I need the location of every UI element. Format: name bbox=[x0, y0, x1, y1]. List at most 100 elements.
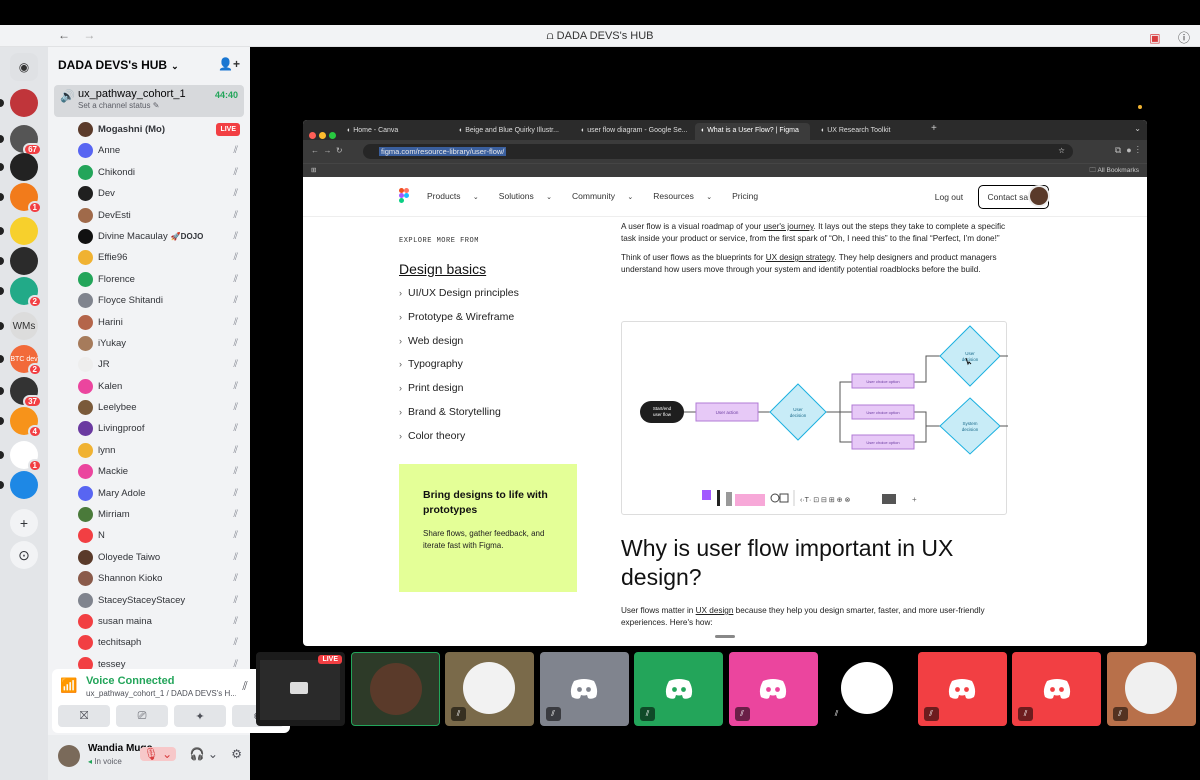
figma-nav-community[interactable]: Community ⌄ bbox=[572, 191, 643, 201]
add-server-icon[interactable]: + bbox=[10, 509, 38, 537]
close-window-icon[interactable] bbox=[309, 132, 316, 139]
voice-member[interactable]: susan maina ⫽ bbox=[48, 611, 250, 632]
server-icon[interactable] bbox=[10, 471, 38, 499]
topic-link[interactable]: › UI/UX Design principles bbox=[399, 287, 589, 311]
voice-channel-status[interactable]: Set a channel status ✎ bbox=[78, 101, 238, 110]
voice-member[interactable]: Kalen ⫽ bbox=[48, 376, 250, 397]
browser-tab[interactable]: ◐ UX Research Toolkit bbox=[815, 123, 915, 140]
voice-member[interactable]: N ⫽ bbox=[48, 525, 250, 546]
server-icon[interactable]: 67 bbox=[10, 125, 42, 156]
voice-member[interactable]: Shannon Kioko ⫽ bbox=[48, 568, 250, 589]
help-icon[interactable]: ⓘ bbox=[1178, 31, 1190, 45]
discover-icon[interactable]: ⊙ bbox=[10, 541, 38, 569]
activities-button[interactable]: ✦ bbox=[174, 705, 226, 727]
ux-design-link[interactable]: UX design bbox=[696, 606, 734, 615]
profile-icon[interactable]: ● bbox=[1126, 145, 1131, 155]
participant-tile[interactable]: LIVE bbox=[256, 652, 345, 726]
figma-nav-pricing[interactable]: Pricing bbox=[732, 191, 768, 201]
tab-search-icon[interactable]: ⌄ bbox=[1134, 124, 1141, 133]
figma-nav-solutions[interactable]: Solutions ⌄ bbox=[499, 191, 562, 201]
camera-off-button[interactable]: ⛝ bbox=[58, 705, 110, 727]
voice-member[interactable]: JR ⫽ bbox=[48, 354, 250, 375]
topic-link[interactable]: › Print design bbox=[399, 382, 589, 406]
noise-suppression-icon[interactable]: ⫽ bbox=[242, 679, 247, 693]
voice-member[interactable]: Floyce Shitandi ⫽ bbox=[48, 290, 250, 311]
settings-gear-icon[interactable]: ⚙ bbox=[231, 747, 242, 761]
browser-tab[interactable]: ◐ Beige and Blue Quirky Illustr... bbox=[453, 123, 568, 140]
voice-connected-title[interactable]: Voice Connected bbox=[86, 675, 174, 687]
voice-member[interactable]: lynn ⫽ bbox=[48, 440, 250, 461]
server-icon[interactable]: WMs bbox=[10, 312, 38, 340]
design-basics-link[interactable]: Design basics bbox=[399, 261, 589, 277]
participant-tile[interactable]: ⫽ bbox=[1106, 652, 1196, 726]
extensions-icon[interactable]: ⧉ bbox=[1115, 145, 1121, 155]
server-icon[interactable] bbox=[10, 153, 38, 181]
minimize-window-icon[interactable] bbox=[319, 132, 326, 139]
server-icon[interactable]: 1 bbox=[10, 441, 42, 472]
voice-member[interactable]: techitsaph ⫽ bbox=[48, 632, 250, 653]
participant-tile[interactable]: ⫽ bbox=[728, 652, 818, 726]
participant-tile[interactable]: ⫽ bbox=[539, 652, 629, 726]
participant-tile[interactable]: ⫽ bbox=[634, 652, 723, 726]
voice-member[interactable]: Chikondi ⫽ bbox=[48, 162, 250, 183]
signal-icon[interactable]: 📶 bbox=[60, 677, 77, 694]
figma-nav-products[interactable]: Products ⌄ bbox=[427, 191, 489, 201]
reload-icon[interactable]: ↻ bbox=[336, 146, 343, 155]
participant-tile[interactable]: ⫽ bbox=[445, 652, 534, 726]
topic-link[interactable]: › Prototype & Wireframe bbox=[399, 311, 589, 335]
all-bookmarks[interactable]: 🗀 All Bookmarks bbox=[1090, 166, 1140, 177]
voice-member[interactable]: Livingproof ⫽ bbox=[48, 418, 250, 439]
participant-tile[interactable] bbox=[350, 652, 440, 726]
voice-connected-subtitle[interactable]: ux_pathway_cohort_1 / DADA DEVS's H... bbox=[86, 689, 236, 698]
server-icon[interactable]: 1 bbox=[10, 183, 42, 214]
voice-member[interactable]: Harini ⫽ bbox=[48, 312, 250, 333]
participant-tile[interactable]: ⫽ bbox=[823, 652, 912, 726]
browser-menu-icon[interactable]: ⋮ bbox=[1137, 145, 1139, 155]
browser-tab[interactable]: ◐ Home - Canva bbox=[341, 123, 446, 140]
voice-member[interactable]: Mackie ⫽ bbox=[48, 461, 250, 482]
browser-forward-icon[interactable]: → bbox=[323, 146, 331, 155]
new-tab-icon[interactable]: + bbox=[931, 123, 937, 134]
address-bar[interactable]: figma.com/resource-library/user-flow/ ☆ bbox=[363, 144, 1073, 159]
participant-tile[interactable]: ⫽ bbox=[917, 652, 1007, 726]
voice-member[interactable]: Effie96 ⫽ bbox=[48, 247, 250, 268]
topic-link[interactable]: › Color theory bbox=[399, 430, 589, 454]
invite-people-icon[interactable]: 👤+ bbox=[218, 57, 240, 71]
voice-member[interactable]: Mary Adole ⫽ bbox=[48, 483, 250, 504]
share-screen-button[interactable]: ⎚ bbox=[116, 705, 168, 727]
browser-tab[interactable]: ◐ What is a User Flow? | Figma bbox=[695, 123, 810, 140]
voice-member[interactable]: Mirriam ⫽ bbox=[48, 504, 250, 525]
server-icon[interactable]: BTC dev 2 bbox=[10, 345, 42, 376]
voice-member[interactable]: Anne ⫽ bbox=[48, 140, 250, 161]
voice-member[interactable]: Florence ⫽ bbox=[48, 269, 250, 290]
zoom-window-icon[interactable] bbox=[329, 132, 336, 139]
voice-channel[interactable]: 🔊 ux_pathway_cohort_1 Set a channel stat… bbox=[54, 85, 244, 117]
voice-member[interactable]: StaceyStaceyStacey ⫽ bbox=[48, 590, 250, 611]
ux-strategy-link[interactable]: UX design strategy bbox=[766, 253, 835, 262]
headphones-icon[interactable]: 🎧 ⌄ bbox=[190, 747, 218, 761]
figma-user-avatar[interactable] bbox=[1028, 185, 1050, 207]
prototype-promo-card[interactable]: Bring designs to life with prototypes Sh… bbox=[399, 464, 577, 592]
voice-member[interactable]: DevEsti ⫽ bbox=[48, 205, 250, 226]
voice-member[interactable]: iYukay ⫽ bbox=[48, 333, 250, 354]
participant-tile[interactable]: ⫽ bbox=[1012, 652, 1101, 726]
bookmark-star-icon[interactable]: ☆ bbox=[1058, 146, 1065, 155]
logout-link[interactable]: Log out bbox=[935, 192, 963, 202]
voice-member[interactable]: Divine Macaulay 🚀DOJO ⫽ bbox=[48, 226, 250, 247]
server-icon[interactable] bbox=[10, 89, 38, 117]
server-icon[interactable]: 2 bbox=[10, 277, 42, 308]
user-avatar[interactable] bbox=[58, 745, 80, 767]
server-icon[interactable]: 37 bbox=[10, 377, 42, 408]
inbox-icon[interactable]: ▣ bbox=[1149, 31, 1160, 45]
voice-member[interactable]: Dev ⫽ bbox=[48, 183, 250, 204]
figma-logo-icon[interactable] bbox=[399, 188, 409, 204]
figma-nav-resources[interactable]: Resources ⌄ bbox=[653, 191, 722, 201]
server-icon[interactable] bbox=[10, 217, 38, 245]
voice-member[interactable]: Mogashni (Mo) LIVE bbox=[48, 119, 250, 140]
server-icon[interactable] bbox=[10, 247, 38, 275]
browser-back-icon[interactable]: ← bbox=[311, 146, 319, 155]
topic-link[interactable]: › Web design bbox=[399, 335, 589, 359]
users-journey-link[interactable]: user's journey bbox=[763, 222, 813, 231]
discord-home-button[interactable]: ◉ bbox=[10, 53, 38, 81]
voice-member[interactable]: Oloyede Taiwo ⫽ bbox=[48, 547, 250, 568]
